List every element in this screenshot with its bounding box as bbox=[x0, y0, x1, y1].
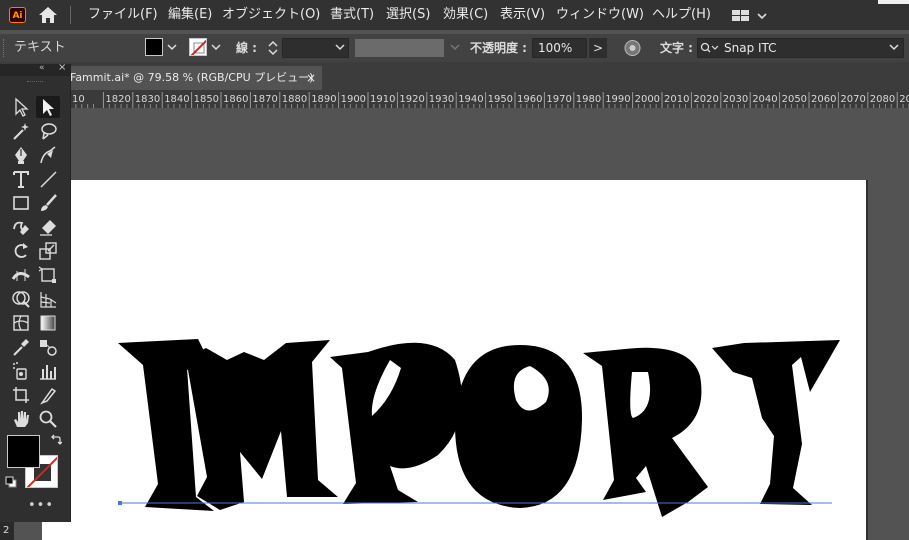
zoom-tool-icon[interactable] bbox=[36, 408, 60, 430]
letter-r bbox=[583, 347, 708, 517]
symbol-sprayer-tool-icon[interactable] bbox=[9, 360, 33, 382]
shape-builder-tool-icon[interactable] bbox=[9, 288, 33, 310]
eyedropper-tool-icon[interactable] bbox=[9, 336, 33, 358]
scale-tool-icon[interactable] bbox=[36, 240, 60, 262]
tools-panel-grip[interactable] bbox=[27, 81, 43, 84]
line-segment-tool-icon[interactable] bbox=[36, 168, 60, 190]
mesh-tool-icon[interactable] bbox=[9, 312, 33, 334]
letter-t bbox=[712, 340, 840, 505]
letter-o bbox=[455, 345, 583, 508]
blend-tool-icon[interactable] bbox=[36, 336, 60, 358]
artboard-tool-icon[interactable] bbox=[9, 384, 33, 406]
letter-m bbox=[174, 340, 338, 510]
tools-panel-header[interactable]: « × bbox=[0, 62, 70, 76]
hand-tool-icon[interactable] bbox=[9, 408, 33, 430]
letter-p bbox=[330, 342, 463, 504]
paintbrush-tool-icon[interactable] bbox=[36, 192, 60, 214]
curvature-tool-icon[interactable] bbox=[36, 144, 60, 166]
edit-toolbar-more-icon[interactable]: ••• bbox=[28, 498, 54, 513]
close-panel-icon[interactable]: × bbox=[58, 62, 66, 73]
magic-wand-tool-icon[interactable] bbox=[9, 120, 33, 142]
shaper-tool-icon[interactable] bbox=[9, 216, 33, 238]
free-transform-tool-icon[interactable] bbox=[36, 264, 60, 286]
artwork-canvas bbox=[118, 339, 840, 517]
direct-selection-tool-icon[interactable] bbox=[9, 96, 33, 118]
gradient-tool-icon[interactable] bbox=[36, 312, 60, 334]
perspective-grid-tool-icon[interactable] bbox=[36, 288, 60, 310]
type-tool-icon[interactable] bbox=[9, 168, 33, 190]
rectangle-tool-icon[interactable] bbox=[9, 192, 33, 214]
width-tool-icon[interactable] bbox=[9, 264, 33, 286]
column-graph-tool-icon[interactable] bbox=[36, 360, 60, 382]
selection-tool-icon[interactable] bbox=[36, 96, 60, 118]
eraser-tool-icon[interactable] bbox=[36, 216, 60, 238]
swap-fill-stroke-icon[interactable] bbox=[50, 434, 62, 446]
status-bar-zoom[interactable]: 2 bbox=[0, 522, 14, 540]
lasso-tool-icon[interactable] bbox=[36, 120, 60, 142]
slice-tool-icon[interactable] bbox=[36, 384, 60, 406]
import-text-outlines[interactable] bbox=[118, 339, 840, 517]
default-fill-stroke-icon[interactable] bbox=[5, 476, 17, 488]
fill-swatch[interactable] bbox=[7, 435, 40, 468]
rotate-tool-icon[interactable] bbox=[9, 240, 33, 262]
pen-tool-icon[interactable] bbox=[9, 144, 33, 166]
collapse-panel-icon[interactable]: « bbox=[39, 63, 45, 73]
baseline-anchor-handle[interactable] bbox=[118, 501, 122, 505]
